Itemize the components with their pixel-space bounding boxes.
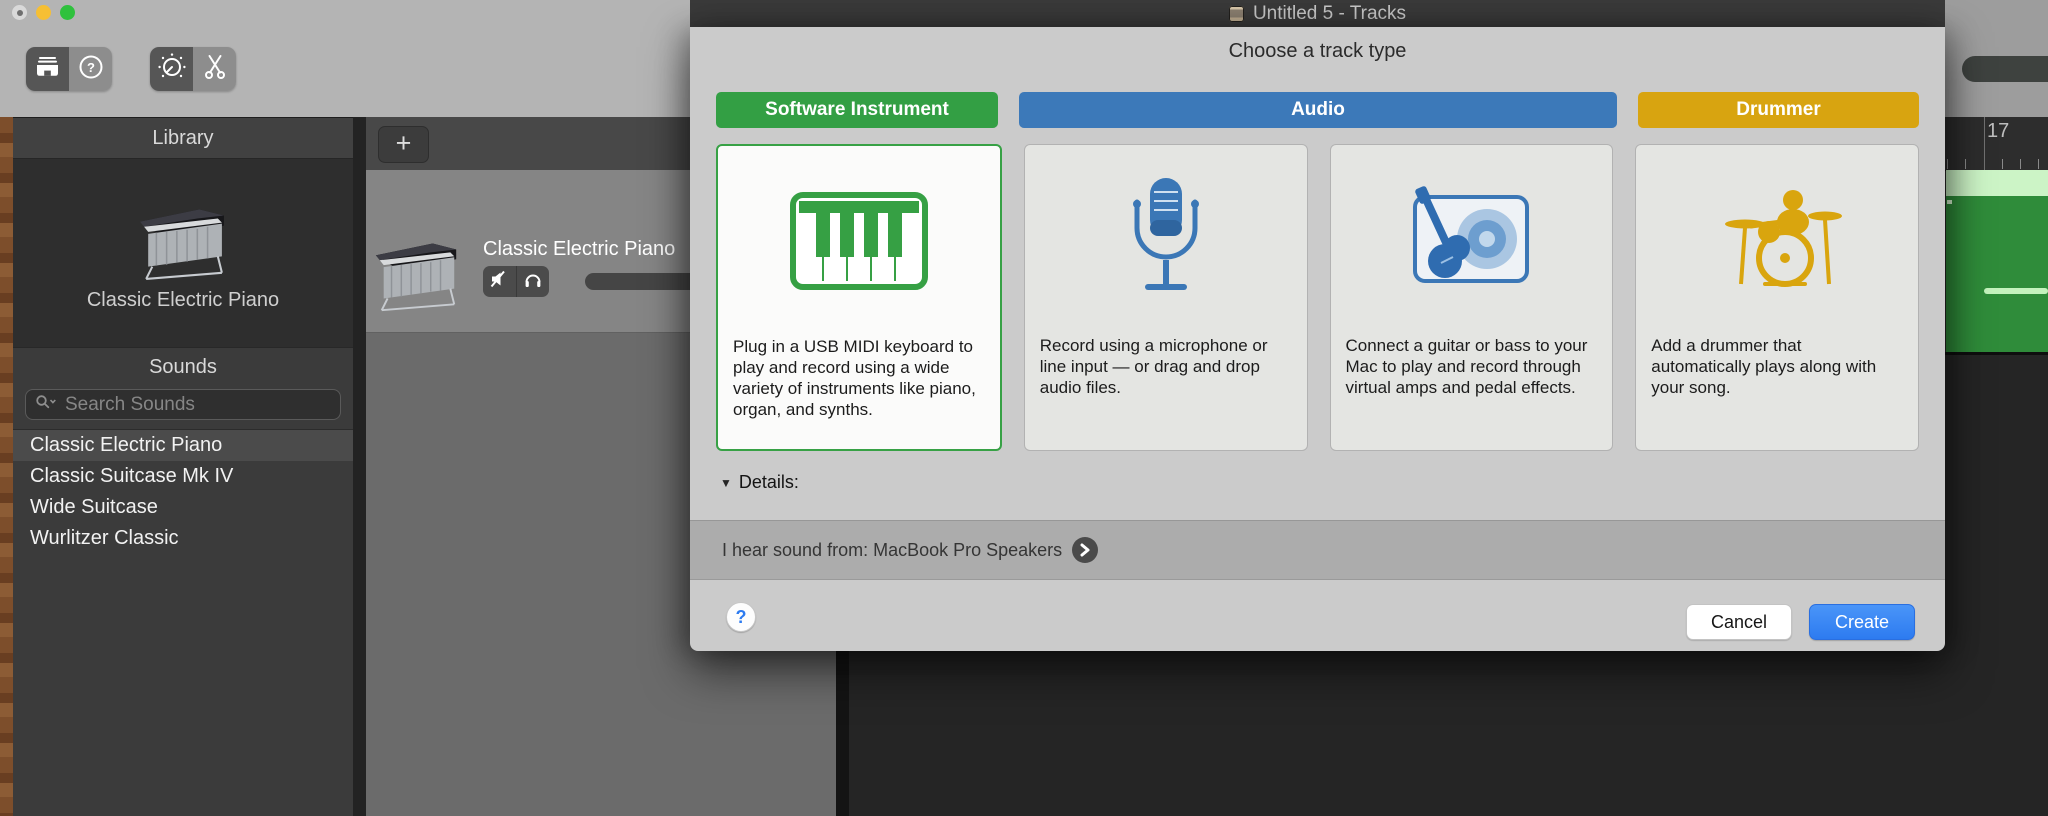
output-device-label: I hear sound from: MacBook Pro Speakers (722, 540, 1062, 561)
library-panel: Library Classic Electric Piano S (13, 117, 353, 816)
ruler-tick (1965, 159, 1966, 169)
track-control-buttons (483, 266, 549, 297)
editor-toggle-group (150, 47, 236, 91)
zoom-window-button[interactable] (60, 5, 75, 20)
ruler-tick (2002, 159, 2003, 169)
mute-button[interactable] (483, 266, 517, 297)
close-window-button[interactable] (12, 5, 27, 20)
output-device-bar: I hear sound from: MacBook Pro Speakers (690, 520, 1945, 580)
create-button[interactable]: Create (1809, 604, 1915, 640)
smart-controls-icon (157, 52, 187, 87)
sounds-header: Sounds (13, 348, 353, 386)
sound-item-wide-suitcase[interactable]: Wide Suitcase (13, 492, 353, 523)
midi-region-header (1946, 170, 2048, 196)
quick-help-icon: ? (78, 54, 104, 85)
details-disclosure[interactable]: ▼ Details: (720, 472, 799, 493)
track-type-cards: Plug in a USB MIDI keyboard to play and … (716, 144, 1919, 451)
chevron-right-icon (1079, 543, 1091, 557)
svg-text:?: ? (87, 60, 95, 75)
project-document-icon (1229, 6, 1244, 22)
track-name: Classic Electric Piano (483, 238, 675, 261)
title-bar: Untitled 5 - Tracks (690, 0, 1945, 27)
library-header: Library (13, 118, 353, 159)
bar-number-label: 17 (1987, 120, 2009, 143)
guitar-icon (1331, 145, 1613, 335)
drummer-icon (1636, 145, 1918, 335)
ruler-tick (2038, 159, 2039, 169)
card-audio-microphone[interactable]: Record using a microphone or line input … (1024, 144, 1308, 451)
sounds-list: Classic Electric Piano Classic Suitcase … (13, 429, 353, 554)
library-icon (34, 55, 61, 83)
midi-note (1947, 200, 1952, 204)
sound-item-classic-electric-piano[interactable]: Classic Electric Piano (13, 430, 353, 461)
card-description: Connect a guitar or bass to your Mac to … (1331, 335, 1613, 414)
midi-region[interactable] (1946, 170, 2048, 352)
mute-icon (490, 270, 508, 293)
ruler-tick (1947, 159, 1948, 169)
card-description: Add a drummer that automatically plays a… (1636, 335, 1918, 414)
ruler-tick (2020, 159, 2021, 169)
panel-divider (353, 117, 366, 816)
input-monitoring-button[interactable] (517, 266, 550, 297)
track-instrument-image (368, 226, 466, 316)
card-description: Record using a microphone or line input … (1025, 335, 1307, 414)
search-input[interactable] (63, 393, 331, 417)
output-device-button[interactable] (1072, 537, 1098, 563)
tab-software-instrument[interactable]: Software Instrument (716, 92, 998, 128)
disclosure-triangle-icon: ▼ (720, 476, 732, 490)
sound-item-wurlitzer-classic[interactable]: Wurlitzer Classic (13, 523, 353, 554)
toolbar-right (1945, 0, 2048, 117)
tab-drummer[interactable]: Drummer (1638, 92, 1919, 128)
help-button[interactable]: ? (726, 602, 756, 632)
smart-controls-button[interactable] (150, 47, 193, 91)
editors-scissors-icon (203, 54, 227, 85)
quick-help-button[interactable]: ? (69, 47, 112, 91)
sounds-section: Sounds Classic Electric Piano Classic Su… (13, 347, 353, 816)
choose-track-type-dialog: Choose a track type Software Instrument … (690, 27, 1945, 651)
master-volume-slider[interactable] (1962, 56, 2048, 82)
sounds-search-field[interactable] (25, 389, 341, 420)
edited-indicator-icon (17, 10, 23, 16)
minimize-window-button[interactable] (36, 5, 51, 20)
view-toggle-group: ? (26, 47, 112, 91)
card-audio-guitar[interactable]: Connect a guitar or bass to your Mac to … (1330, 144, 1614, 451)
microphone-icon (1025, 145, 1307, 335)
search-icon (35, 394, 57, 415)
dialog-title: Choose a track type (690, 40, 1945, 63)
library-toggle-button[interactable] (26, 47, 69, 91)
library-selected-instrument: Classic Electric Piano (13, 159, 353, 347)
card-software-instrument[interactable]: Plug in a USB MIDI keyboard to play and … (716, 144, 1002, 451)
window-title: Untitled 5 - Tracks (1253, 3, 1406, 25)
garageband-window: ? (0, 0, 2048, 816)
piano-keys-icon (718, 146, 1000, 336)
editors-button[interactable] (193, 47, 236, 91)
toolbar: ? (0, 0, 690, 117)
electric-piano-image (128, 195, 238, 281)
library-instrument-name: Classic Electric Piano (87, 289, 279, 312)
cancel-button[interactable]: Cancel (1686, 604, 1792, 640)
card-description: Plug in a USB MIDI keyboard to play and … (718, 336, 1000, 436)
details-label: Details: (739, 472, 799, 493)
wood-grain-strip (0, 117, 13, 816)
midi-note (1984, 288, 2048, 294)
sound-item-classic-suitcase-mk-iv[interactable]: Classic Suitcase Mk IV (13, 461, 353, 492)
card-drummer[interactable]: Add a drummer that automatically plays a… (1635, 144, 1919, 451)
add-track-button[interactable]: + (378, 126, 429, 163)
headphones-icon (524, 271, 542, 293)
tab-audio[interactable]: Audio (1019, 92, 1617, 128)
bar-gridline (1984, 117, 1985, 170)
